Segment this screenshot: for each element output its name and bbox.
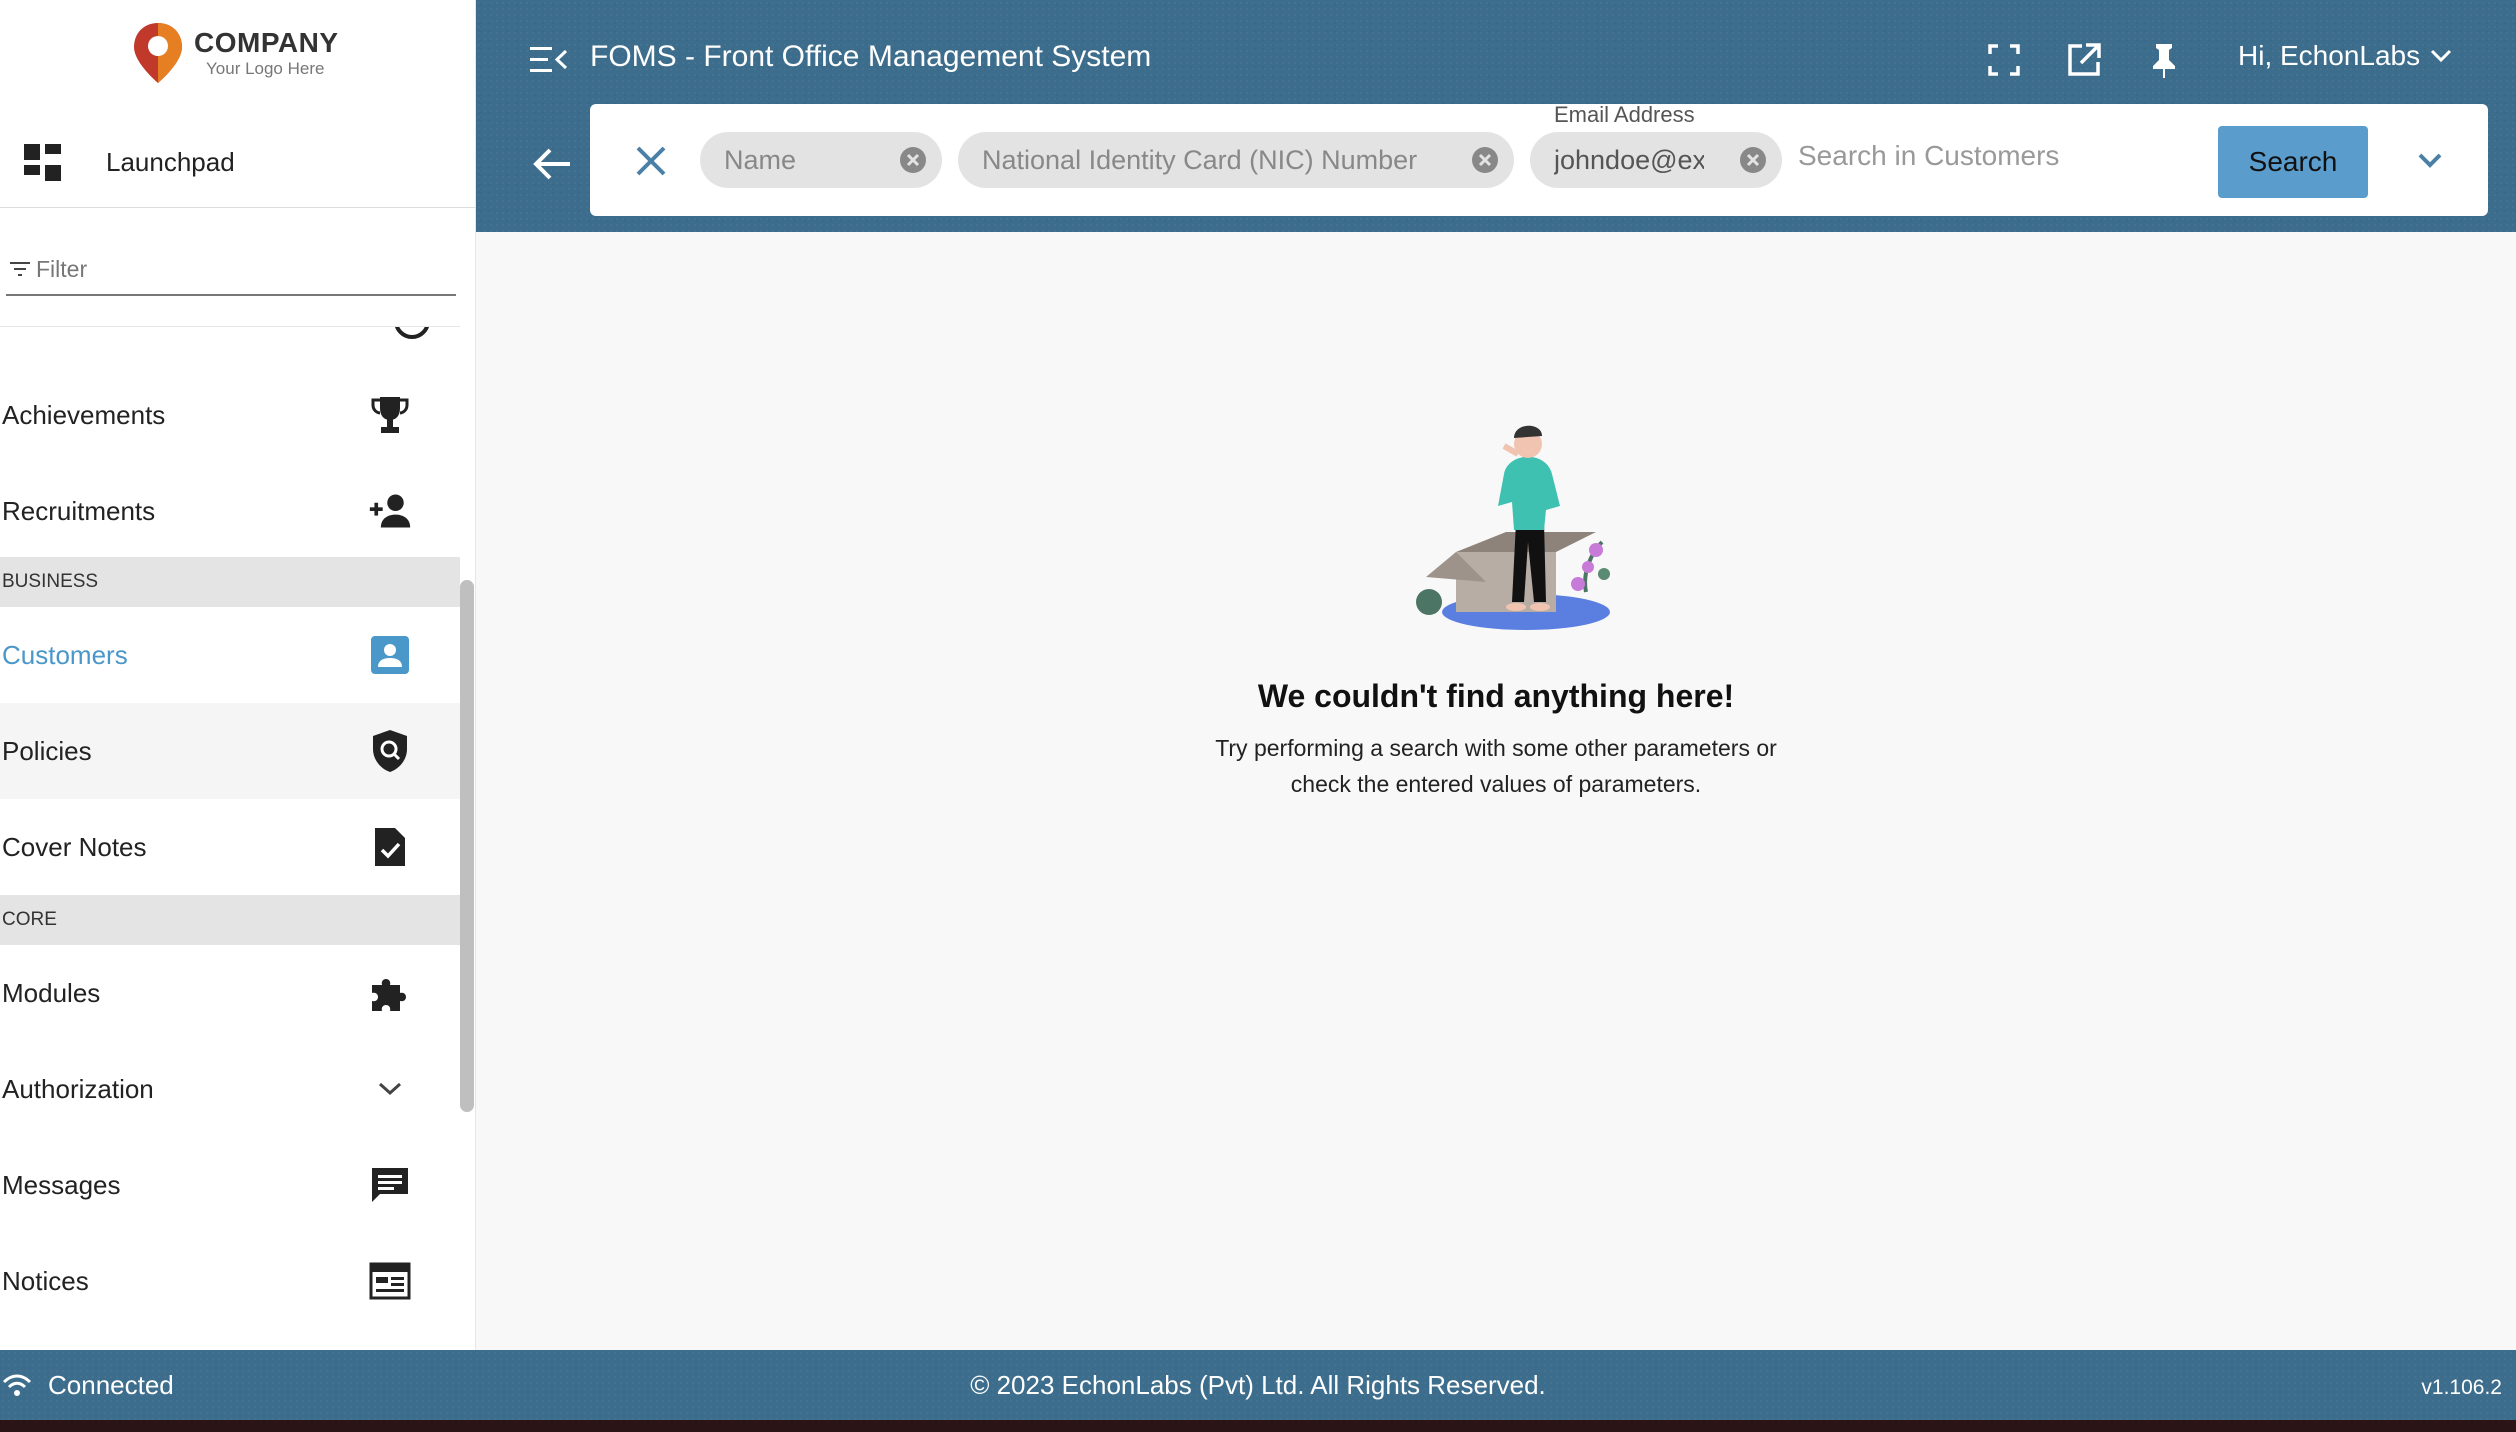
logo-name: COMPANY (194, 27, 339, 58)
sidebar-item-label: Customers (2, 639, 128, 670)
sidebar-item-label: Cover Notes (2, 831, 147, 862)
sidebar-item-label: Achievements (2, 399, 166, 430)
contact-card-icon (368, 633, 412, 677)
chevron-down-icon (2431, 49, 2452, 63)
sidebar-item-label: Authorization (2, 1073, 154, 1104)
launchpad-label: Launchpad (106, 147, 235, 177)
chip-text: Name (724, 144, 797, 175)
pin-icon[interactable] (2144, 40, 2184, 80)
search-button[interactable]: Search (2218, 126, 2368, 198)
sidebar-item-label: Messages (2, 1169, 121, 1200)
dashboard-icon (24, 143, 62, 182)
close-icon[interactable] (634, 144, 668, 178)
app-title: FOMS - Front Office Management System (590, 40, 1152, 73)
sidebar-item-customers[interactable]: Customers (0, 607, 460, 703)
person-add-icon (368, 489, 412, 533)
chip-text: johndoe@ex (1554, 144, 1704, 175)
sidebar-item-notices[interactable]: Notices (0, 1233, 460, 1329)
main-content: We couldn't find anything here! Try perf… (476, 232, 2516, 1350)
sidebar-item-recruitments[interactable]: Recruitments (0, 463, 460, 559)
filter-chip-nic[interactable]: National Identity Card (NIC) Number (958, 132, 1514, 188)
sidebar-item-cover-notes[interactable]: Cover Notes (0, 799, 460, 895)
version-label: v1.106.2 (2421, 1376, 2502, 1399)
logo-tagline: Your Logo Here (206, 59, 325, 78)
empty-state-title: We couldn't find anything here! (1257, 678, 1735, 714)
location-pin-logo-icon (134, 23, 182, 83)
sidebar-item-label: Policies (2, 735, 92, 766)
filter-chip-email[interactable]: johndoe@ex (1530, 132, 1782, 188)
chip-field-label: Email Address (1554, 102, 1695, 127)
filter-chip-name[interactable]: Name (700, 132, 942, 188)
sidebar-item-authorization[interactable]: Authorization (0, 1041, 460, 1137)
app-footer: Connected © 2023 EchonLabs (Pvt) Ltd. Al… (0, 1350, 2516, 1420)
chip-remove-icon[interactable] (1738, 145, 1768, 175)
notice-board-icon (368, 1259, 412, 1303)
sidebar-item-policies[interactable]: Policies (0, 703, 460, 799)
company-logo[interactable]: COMPANY Your Logo Here (130, 20, 339, 86)
sidebar-item-messages[interactable]: Messages (0, 1137, 460, 1233)
empty-state-illustration (1416, 425, 1610, 630)
sidebar: COMPANY Your Logo Here Launchpad Achieve… (0, 0, 476, 1350)
message-icon (368, 1163, 412, 1207)
empty-state-description: Try performing a search with some other … (476, 730, 2516, 802)
sidebar-item-achievements[interactable]: Achievements (0, 367, 460, 463)
search-input[interactable] (1798, 140, 2198, 172)
filter-field[interactable] (6, 244, 456, 296)
trophy-icon (368, 393, 412, 437)
window-bottom-edge (0, 1420, 2516, 1432)
puzzle-icon (368, 971, 412, 1015)
search-bar: Name National Identity Card (NIC) Number… (590, 102, 2488, 216)
open-external-icon[interactable] (2064, 40, 2104, 80)
empty-state-line: Try performing a search with some other … (1215, 735, 1777, 761)
chip-remove-icon[interactable] (1470, 145, 1500, 175)
launchpad-link[interactable]: Launchpad (0, 118, 475, 208)
chevron-down-icon[interactable] (368, 1067, 412, 1111)
nav-list: Achievements Recruitments BUSINESS Custo… (0, 326, 460, 1350)
empty-state-line: check the entered values of parameters. (1290, 771, 1702, 797)
menu-collapse-icon[interactable] (530, 44, 568, 76)
chip-remove-icon[interactable] (898, 145, 928, 175)
document-check-icon (368, 825, 412, 869)
sidebar-scrollbar[interactable] (460, 580, 474, 1112)
partial-nav-icon (395, 327, 429, 339)
sidebar-item-label: Modules (2, 977, 101, 1008)
back-arrow-icon[interactable] (532, 146, 572, 182)
chevron-down-icon[interactable] (2414, 144, 2446, 176)
sidebar-item-label: Notices (2, 1265, 89, 1296)
section-header-core: CORE (0, 895, 460, 945)
shield-search-icon (368, 729, 412, 773)
filter-icon (10, 262, 30, 276)
user-greeting: Hi, EchonLabs (2238, 40, 2421, 71)
chip-text: National Identity Card (NIC) Number (982, 144, 1418, 175)
copyright-text: © 2023 EchonLabs (Pvt) Ltd. All Rights R… (970, 1370, 1546, 1400)
sidebar-item-modules[interactable]: Modules (0, 945, 460, 1041)
user-menu[interactable]: Hi, EchonLabs (2238, 40, 2452, 72)
section-header-business: BUSINESS (0, 557, 460, 607)
sidebar-item-label: Recruitments (2, 495, 156, 526)
fullscreen-icon[interactable] (1984, 40, 2024, 80)
filter-input[interactable] (36, 255, 436, 283)
